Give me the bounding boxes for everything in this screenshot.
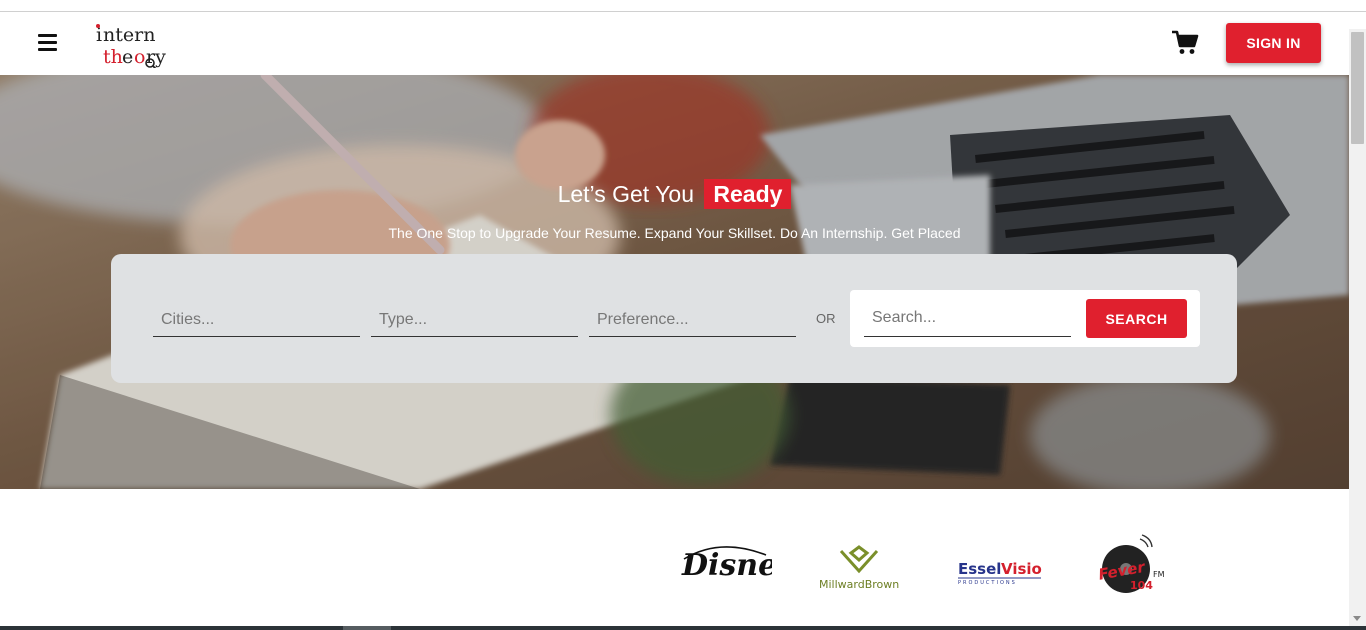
hero-subtitle: The One Stop to Upgrade Your Resume. Exp… (388, 225, 961, 241)
type-select[interactable] (371, 304, 578, 337)
svg-text:ry: ry (146, 46, 166, 68)
intern-theory-logo[interactable]: i ntern th e o ry (94, 22, 174, 71)
hero-banner: Let’s Get You Ready The One Stop to Upgr… (0, 75, 1349, 489)
svg-text:e: e (122, 46, 133, 68)
cart-icon[interactable] (1171, 30, 1199, 56)
bottom-edge-bar (0, 626, 1366, 630)
svg-text:104: 104 (1130, 579, 1153, 592)
hamburger-menu-icon[interactable] (38, 32, 58, 52)
svg-text:Essel: Essel (958, 560, 1001, 578)
sign-in-button[interactable]: SIGN IN (1226, 23, 1321, 63)
esselvision-logo: Essel Vision PRODUCTIONS (957, 549, 1053, 589)
millwardbrown-logo: MillwardBrown (817, 543, 907, 593)
preference-select[interactable] (589, 304, 796, 337)
svg-text:PRODUCTIONS: PRODUCTIONS (958, 580, 1017, 586)
svg-text:Vision: Vision (1001, 560, 1043, 578)
hero-heading: Let’s Get You Ready (0, 179, 1349, 209)
site-header: i ntern th e o ry SIGN IN (0, 12, 1349, 75)
hero-heading-accent: Ready (704, 179, 792, 209)
cities-select[interactable] (153, 304, 360, 337)
search-panel: OR SEARCH (111, 254, 1237, 383)
svg-text:ntern: ntern (103, 24, 155, 46)
svg-text:o: o (134, 46, 145, 68)
svg-text:th: th (103, 46, 123, 68)
search-button[interactable]: SEARCH (1086, 299, 1187, 338)
search-input[interactable] (864, 300, 1071, 337)
svg-text:FM: FM (1153, 570, 1165, 579)
client-logos: Disney MillwardBrown Essel Vision PRODUC… (0, 489, 1349, 626)
fever-104-fm-logo: Fever 104 FM (1096, 533, 1166, 603)
disney-logo: Disney (680, 541, 797, 591)
svg-text:MillwardBrown: MillwardBrown (819, 578, 899, 591)
scroll-thumb[interactable] (1351, 32, 1364, 144)
search-box: SEARCH (850, 290, 1200, 347)
page-scrollbar[interactable] (1349, 29, 1366, 626)
bottom-bar-segment (343, 626, 391, 630)
scroll-down-arrow-icon[interactable] (1353, 616, 1361, 621)
hero-heading-text: Let’s Get You (557, 181, 694, 207)
or-label: OR (816, 311, 836, 326)
